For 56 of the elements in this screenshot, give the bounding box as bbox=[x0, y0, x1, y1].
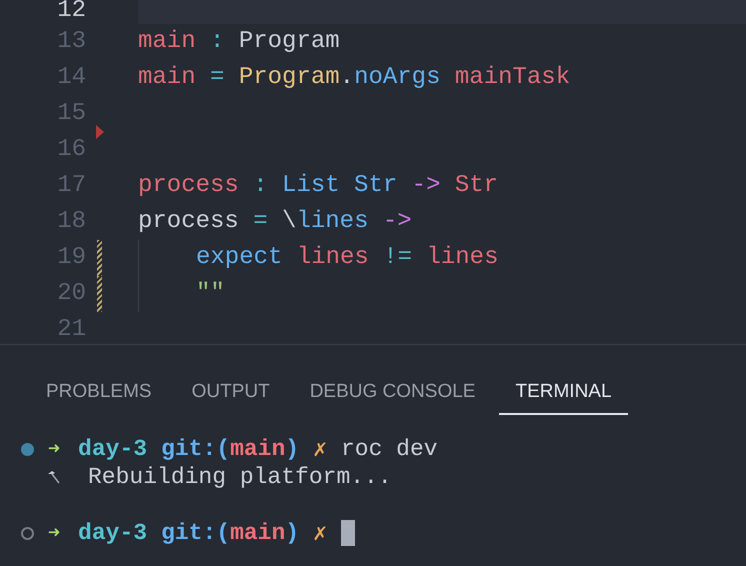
branch-name: main bbox=[230, 520, 286, 546]
git-label: git:( bbox=[161, 436, 230, 462]
code-token: \ bbox=[282, 207, 296, 237]
code-token: "" bbox=[196, 279, 225, 309]
code-token: = bbox=[209, 63, 226, 93]
code-token: : bbox=[209, 27, 226, 57]
directory-name: day-3 bbox=[78, 520, 148, 546]
code-token: noArgs bbox=[354, 63, 440, 93]
code-token: main bbox=[138, 63, 196, 93]
code-token: List Str bbox=[282, 171, 398, 201]
deleted-lines-marker[interactable] bbox=[96, 125, 104, 139]
line-number: 17 bbox=[56, 171, 86, 201]
command-status-icon[interactable] bbox=[21, 442, 34, 456]
command-status-icon[interactable] bbox=[21, 526, 34, 540]
code-token: main bbox=[138, 27, 196, 57]
code-token: != bbox=[382, 243, 414, 273]
prompt-arrow: ➜ bbox=[48, 438, 60, 462]
code-token: lines bbox=[426, 243, 498, 273]
dirty-mark: ✗ bbox=[313, 520, 327, 546]
git-label-end: ) bbox=[285, 436, 300, 462]
code-token: Program bbox=[238, 63, 340, 93]
line-number: 18 bbox=[56, 207, 86, 237]
directory-name: day-3 bbox=[78, 436, 148, 462]
hammer-icon bbox=[46, 470, 60, 484]
code-token: mainTask bbox=[454, 63, 570, 93]
git-label: git:( bbox=[161, 520, 230, 546]
line-number: 12 bbox=[56, 0, 86, 24]
panel-tab[interactable]: TERMINAL bbox=[499, 375, 628, 415]
panel-tab[interactable]: PROBLEMS bbox=[30, 375, 168, 415]
code-token: process bbox=[138, 207, 239, 237]
line-number: 13 bbox=[56, 27, 86, 57]
code-token: -> bbox=[382, 207, 412, 237]
line-number: 20 bbox=[56, 279, 86, 309]
git-label-end: ) bbox=[285, 520, 300, 546]
code-token: : bbox=[252, 171, 269, 201]
line-number: 15 bbox=[56, 99, 86, 129]
code-token: Str bbox=[454, 171, 498, 201]
line-number: 16 bbox=[56, 135, 86, 165]
terminal-output: Rebuilding platform... bbox=[88, 464, 392, 490]
code-token: Program bbox=[238, 27, 340, 57]
code-token: expect bbox=[196, 243, 282, 273]
prompt-arrow: ➜ bbox=[48, 522, 60, 546]
branch-name: main bbox=[230, 436, 286, 462]
code-token: lines bbox=[296, 207, 368, 237]
panel-tab[interactable]: DEBUG CONSOLE bbox=[294, 375, 492, 415]
line-number: 19 bbox=[56, 243, 86, 273]
code-token: = bbox=[252, 207, 269, 237]
panel-tab[interactable]: OUTPUT bbox=[176, 375, 286, 415]
terminal-command: roc dev bbox=[340, 436, 438, 462]
code-token: . bbox=[340, 63, 354, 93]
code-token: -> bbox=[410, 171, 442, 201]
line-number: 21 bbox=[56, 315, 86, 344]
code-token: lines bbox=[296, 243, 369, 273]
code-token: process bbox=[138, 171, 239, 201]
line-number: 14 bbox=[56, 63, 86, 93]
dirty-mark: ✗ bbox=[313, 436, 327, 462]
